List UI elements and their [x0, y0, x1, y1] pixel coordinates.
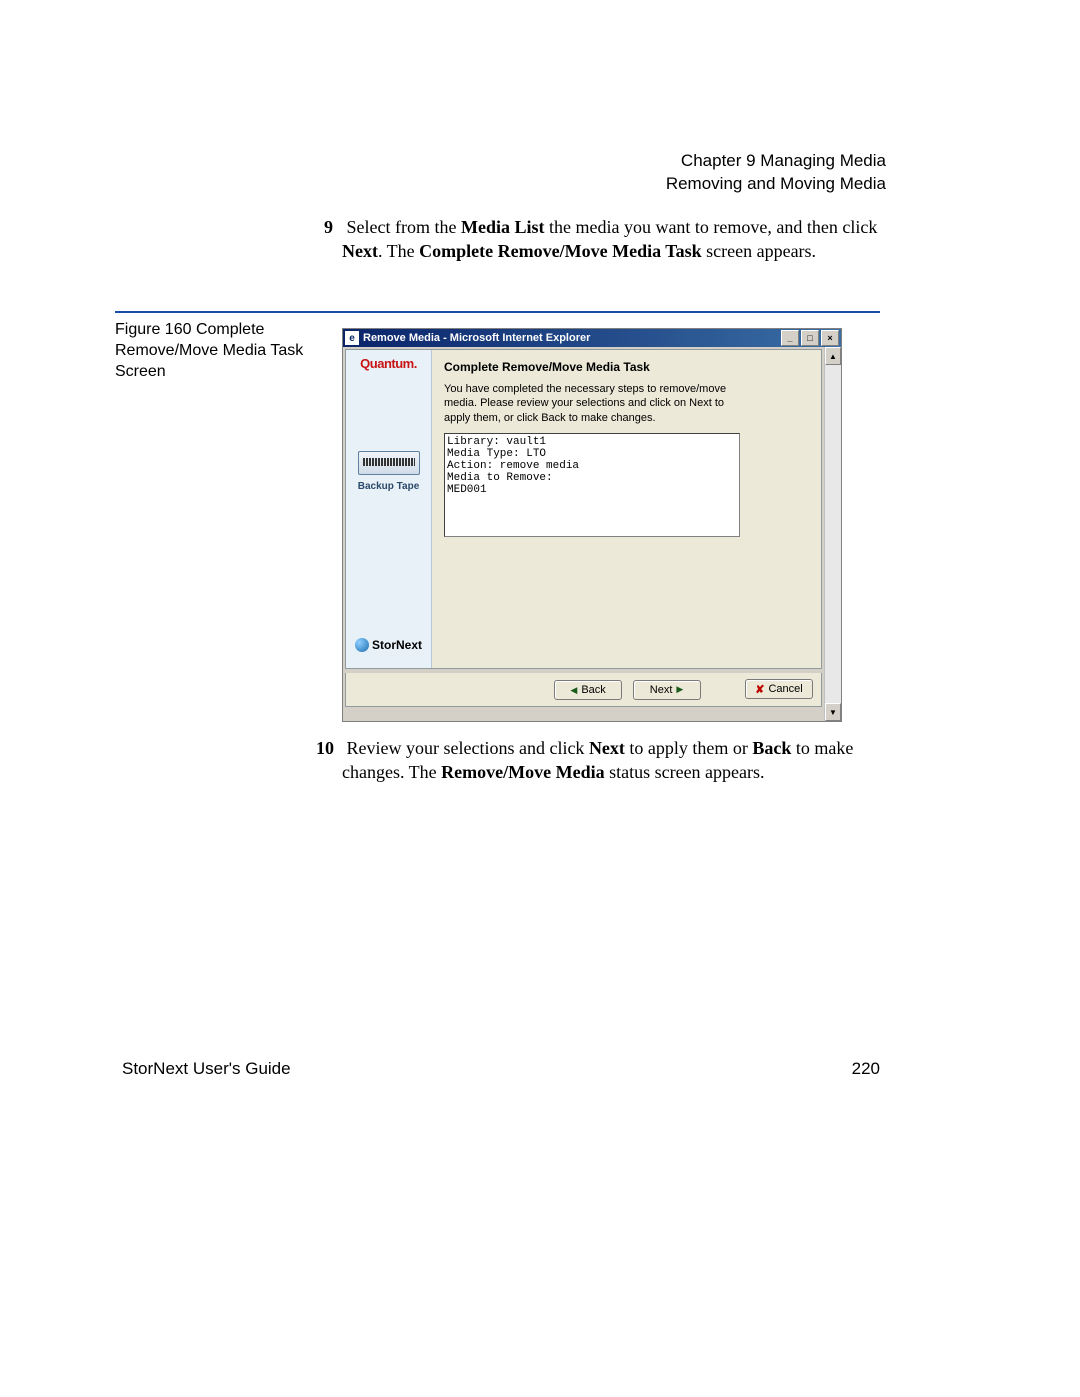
figure-rule	[115, 311, 880, 313]
window-titlebar: e Remove Media - Microsoft Internet Expl…	[343, 329, 841, 347]
maximize-button[interactable]: □	[801, 330, 819, 346]
footer-page-number: 220	[852, 1059, 880, 1079]
wizard-panel: Quantum. Backup Tape StorNext Complete R…	[345, 349, 822, 669]
ie-window: e Remove Media - Microsoft Internet Expl…	[342, 328, 842, 722]
wizard-heading: Complete Remove/Move Media Task	[444, 360, 809, 374]
tape-drive-icon	[358, 451, 420, 475]
ie-icon: e	[345, 331, 359, 345]
stornext-logo: StorNext	[355, 638, 422, 652]
step-text: Review your selections and click Next to…	[342, 738, 853, 782]
wizard-main: Complete Remove/Move Media Task You have…	[432, 350, 821, 668]
wizard-container: Quantum. Backup Tape StorNext Complete R…	[343, 347, 824, 721]
back-arrow-icon: ◀	[570, 685, 577, 696]
back-label: Back	[581, 684, 605, 696]
next-button[interactable]: Next ▶	[633, 680, 701, 700]
header-section: Removing and Moving Media	[666, 173, 886, 196]
scroll-down-icon[interactable]: ▼	[825, 703, 841, 721]
close-button[interactable]: ×	[821, 330, 839, 346]
document-page: Chapter 9 Managing Media Removing and Mo…	[0, 0, 1080, 1397]
cancel-x-icon: ✘	[755, 683, 764, 696]
summary-textarea[interactable]	[444, 433, 740, 537]
step-text: Select from the Media List the media you…	[342, 217, 877, 261]
header-chapter: Chapter 9 Managing Media	[666, 150, 886, 173]
step-number: 9	[324, 215, 342, 239]
window-title: Remove Media - Microsoft Internet Explor…	[363, 332, 590, 344]
minimize-button[interactable]: _	[781, 330, 799, 346]
cancel-button[interactable]: ✘ Cancel	[745, 679, 813, 699]
stornext-text: StorNext	[372, 638, 422, 652]
wizard-instructions: You have completed the necessary steps t…	[444, 382, 744, 425]
globe-icon	[355, 638, 369, 652]
step-number: 10	[316, 736, 342, 760]
scroll-up-icon[interactable]: ▲	[825, 347, 841, 365]
window-body: Quantum. Backup Tape StorNext Complete R…	[343, 347, 841, 721]
step-9: 9 Select from the Media List the media y…	[342, 215, 887, 264]
footer-guide-name: StorNext User's Guide	[122, 1059, 291, 1079]
next-label: Next	[650, 684, 673, 696]
cancel-label: Cancel	[768, 683, 802, 695]
back-button[interactable]: ◀ Back	[554, 680, 622, 700]
quantum-logo: Quantum.	[360, 356, 417, 371]
next-arrow-icon: ▶	[676, 684, 683, 695]
tape-label: Backup Tape	[358, 481, 420, 492]
wizard-buttonbar: ◀ Back Next ▶ ✘ Cancel	[345, 673, 822, 707]
figure-caption: Figure 160 Complete Remove/Move Media Ta…	[115, 320, 315, 382]
page-header: Chapter 9 Managing Media Removing and Mo…	[666, 150, 886, 196]
step-10: 10 Review your selections and click Next…	[342, 736, 887, 785]
vertical-scrollbar[interactable]: ▲ ▼	[824, 347, 841, 721]
scroll-track[interactable]	[825, 365, 841, 703]
wizard-sidebar: Quantum. Backup Tape StorNext	[346, 350, 432, 668]
